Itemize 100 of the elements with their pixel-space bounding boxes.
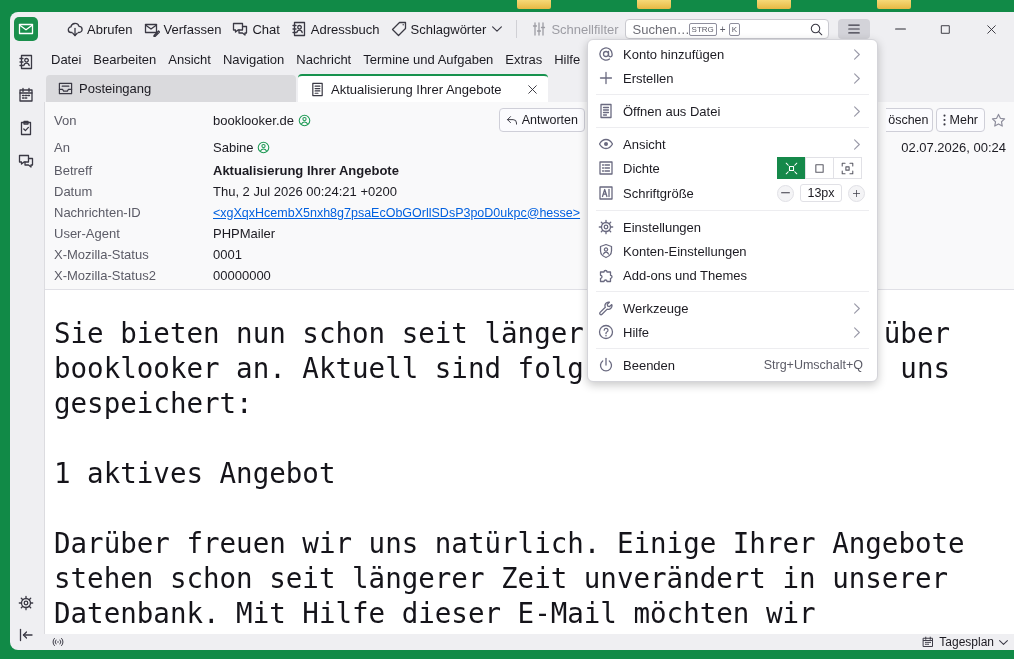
maximize-icon [940,23,952,35]
menu-bar-item[interactable]: Ansicht [163,49,216,69]
settings-icon[interactable] [18,595,34,611]
person-icon [257,140,271,154]
tab[interactable]: Aktualisierung Ihrer Angebote [298,74,548,102]
menu-item[interactable]: Öffnen aus Datei [588,99,877,123]
header-label: X-Mozilla-Status2 [54,268,157,283]
broadcast-icon[interactable] [52,636,64,648]
contact-name[interactable]: Sabine [213,139,254,155]
font-size-field[interactable]: 13px [800,184,842,202]
envelope-icon [18,21,34,37]
puzzle-icon [598,267,614,283]
square-icon [813,161,826,175]
calendar-icon [18,87,34,103]
toolbar-button[interactable]: Schlagwörter [385,17,508,41]
menu-item[interactable]: Beenden Strg+Umschalt+Q [588,353,877,377]
toolbar-button[interactable]: Verfassen [138,17,227,41]
decrease-button[interactable] [777,184,794,202]
power-icon [598,357,614,373]
chat-icon [18,153,34,169]
document-icon [598,103,614,119]
menu-item[interactable]: Werkzeuge [588,296,877,320]
header-label: An [54,139,71,155]
body-text-line: booklooker an. Aktuell sind folg [54,351,584,386]
menu-bar-item[interactable]: Datei [46,49,87,69]
kebab-icon [942,114,946,126]
header-label: X-Mozilla-Status [54,247,150,262]
chevron-right-icon [854,138,860,150]
text-size-icon [598,185,614,201]
help-icon [598,324,614,340]
menu-bar-item[interactable]: Nachricht [291,49,357,69]
minus-icon [781,192,790,194]
body-text-line: Sie bieten nun schon seit länger [54,316,584,351]
plus-icon [598,70,614,86]
close-icon [986,23,998,35]
menu-item[interactable]: Hilfe [588,320,877,344]
envelope-pencil-icon [143,21,160,37]
message-date: 02.07.2026, 00:24 [901,139,1006,155]
document-icon [310,81,325,97]
menu-bar-item[interactable]: Termine und Aufgaben [358,49,499,69]
menu-item[interactable]: Konto hinzufügen [588,42,877,66]
app-menu-button[interactable] [838,19,870,39]
toolbar-button[interactable]: Chat [227,17,285,41]
chevron-right-icon [854,48,860,60]
menu-bar-item[interactable]: Hilfe [549,49,586,69]
body-paragraph: 1 aktives Angebot [54,456,337,491]
today-pane-button[interactable]: Tagesplan [922,635,1008,649]
reply-button[interactable]: Antworten [498,108,585,132]
header-label: Datum [54,184,94,199]
menu-item[interactable]: Einstellungen [588,215,877,239]
plus-icon [852,188,861,198]
address-book-icon [290,21,307,37]
cloud-download-icon [67,21,83,37]
address-book-icon [18,54,34,70]
close-icon[interactable] [527,83,538,95]
menu-item[interactable]: Erstellen [588,66,877,90]
header-value: PHPMailer [213,226,276,241]
body-text-fragment: uns [900,351,950,386]
delete-button[interactable]: öschen [886,108,933,132]
header-label: User-Agent [54,226,121,241]
toolbar-button[interactable]: Abrufen [62,17,138,41]
menu-bar-item[interactable]: Navigation [217,49,290,69]
settings-icon [598,219,614,235]
tag-icon [390,21,407,37]
chat-icon [232,21,249,37]
increase-button[interactable] [848,184,865,202]
toolbar-button[interactable]: Adressbuch [285,17,385,41]
arrow-bar-left-icon[interactable] [18,627,34,643]
header-value: 00000000 [213,268,271,283]
shortcut-label: Strg+Umschalt+Q [763,358,863,372]
contact-name[interactable]: booklooker.de [213,112,294,128]
wrench-icon [598,300,614,316]
chevron-right-icon [854,72,860,84]
density-option[interactable] [777,157,806,179]
more-button[interactable]: Mehr [935,108,985,132]
subject-text: Aktualisierung Ihrer Angebote [213,163,399,178]
star-icon[interactable] [991,112,1006,128]
body-text-fragment: über [883,316,950,351]
chevron-right-icon [854,105,860,117]
at-sign-icon [598,46,614,62]
calendar-icon [922,636,935,648]
menu-item[interactable]: Konten-Einstellungen [588,239,877,263]
arrows-in-square-icon [785,161,798,175]
tab[interactable]: Posteingang [46,75,296,102]
chevron-right-icon [854,326,860,338]
search-icon [810,22,824,36]
reply-icon [505,114,518,126]
header-value: 0001 [213,247,242,262]
menu-item[interactable]: Add-ons und Themes [588,263,877,287]
header-label: Nachrichten-ID [54,205,142,220]
menu-label: Schriftgröße [623,185,694,201]
eye-icon [598,136,614,152]
corners-square-icon [841,161,854,175]
menu-item[interactable]: Ansicht [588,132,877,156]
menu-bar-item[interactable]: Bearbeiten [88,49,162,69]
message-id-link[interactable]: <xgXqxHcembX5nxh8g7psaEcObGOrllSDsP3poD0ukpc@hesse> [213,205,581,220]
body-text-line: gespeichert: [54,386,253,421]
shield-person-icon [598,243,614,259]
menu-bar-item[interactable]: Extras [500,49,548,69]
clipboard-check-icon [18,120,34,136]
